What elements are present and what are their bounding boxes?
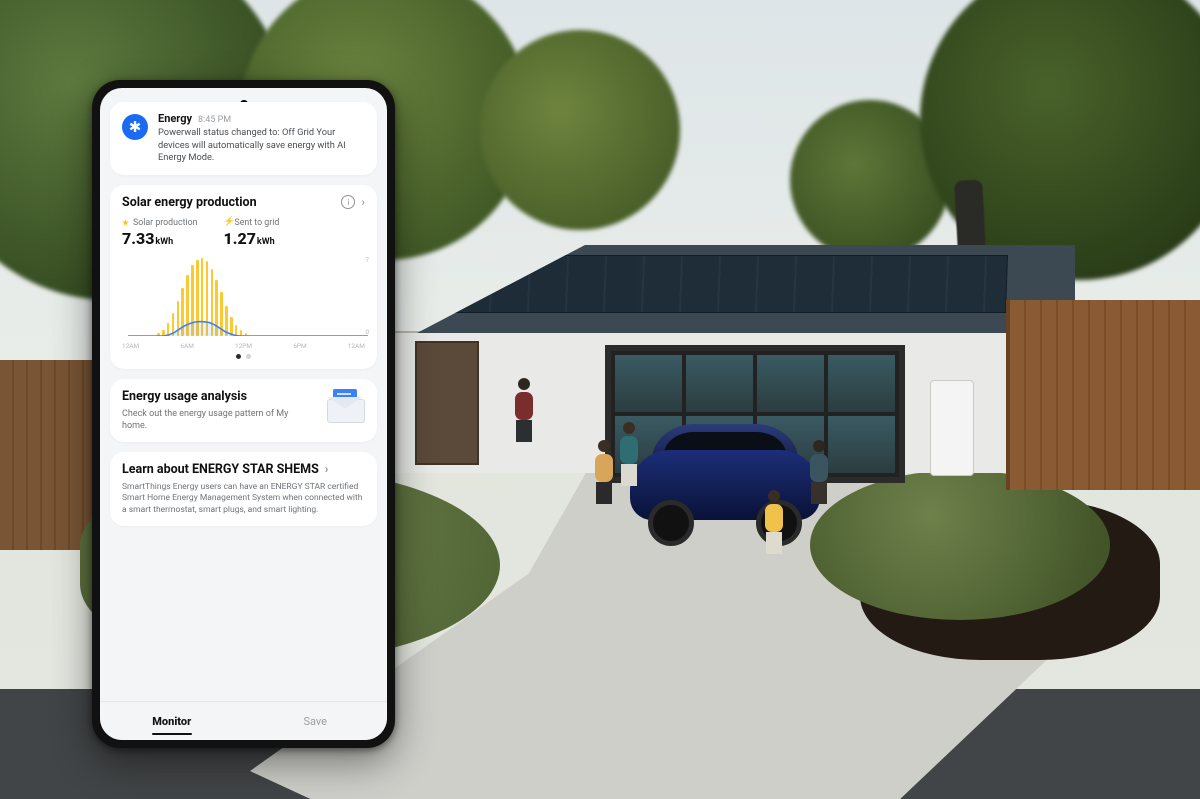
chart-x-axis: 12AM6AM12PM6PM12AM [122,342,365,350]
pager-dot-active [236,354,241,359]
solar-card[interactable]: Solar energy production i › Solar produc… [110,185,377,369]
tab-save[interactable]: Save [244,702,388,740]
roof [375,245,1075,333]
tab-monitor[interactable]: Monitor [100,702,244,740]
chevron-right-icon[interactable]: › [361,195,365,209]
learn-sub: SmartThings Energy users can have an ENE… [122,482,365,516]
learn-card[interactable]: Learn about ENERGY STAR SHEMS › SmartThin… [110,452,377,526]
solar-panels [414,255,1008,313]
bolt-icon: ⚡ [224,219,231,226]
solar-title: Solar energy production [122,195,257,210]
metric-value: 7.33 [122,229,154,248]
usage-card[interactable]: Energy usage analysis Check out the ener… [110,379,377,442]
person [615,422,643,486]
person [805,440,833,504]
metric-unit: kWh [257,237,275,247]
person [760,490,788,554]
phone-screen: ✱ Energy 8:45 PM Powerwall status change… [100,88,387,740]
learn-title: Learn about ENERGY STAR SHEMS [122,462,319,477]
pager-dot [246,354,251,359]
tree [480,30,680,230]
solar-chart: 70 12AM6AM12PM6PM12AM [122,258,365,350]
phone-frame: ✱ Energy 8:45 PM Powerwall status change… [92,80,395,748]
person [590,440,618,504]
front-door [415,341,479,465]
asterisk-icon: ✱ [122,114,148,140]
fence [1006,300,1200,490]
bottom-tabs: Monitor Save [100,701,387,740]
notification-card[interactable]: ✱ Energy 8:45 PM Powerwall status change… [110,102,377,175]
sun-icon [122,219,129,226]
chart-pager[interactable] [122,354,365,359]
usage-title: Energy usage analysis [122,389,315,404]
notification-time: 8:45 PM [198,115,231,125]
sent-to-grid-metric: ⚡ Sent to grid 1.27kWh [224,218,280,248]
powerwall [930,380,974,476]
solar-production-metric: Solar production 7.33kWh [122,218,198,248]
notification-title: Energy [158,112,192,125]
metric-label: Solar production [133,218,198,228]
chevron-right-icon: › [325,462,329,476]
info-icon[interactable]: i [341,195,355,209]
chart-line [128,258,368,336]
metric-unit: kWh [155,237,173,247]
notification-message: Powerwall status changed to: Off Grid Yo… [158,127,365,165]
envelope-icon [325,389,365,423]
metric-value: 1.27 [224,229,256,248]
metric-label: Sent to grid [235,218,280,228]
person [510,378,538,442]
usage-sub: Check out the energy usage pattern of My… [122,408,315,432]
car [630,420,820,540]
